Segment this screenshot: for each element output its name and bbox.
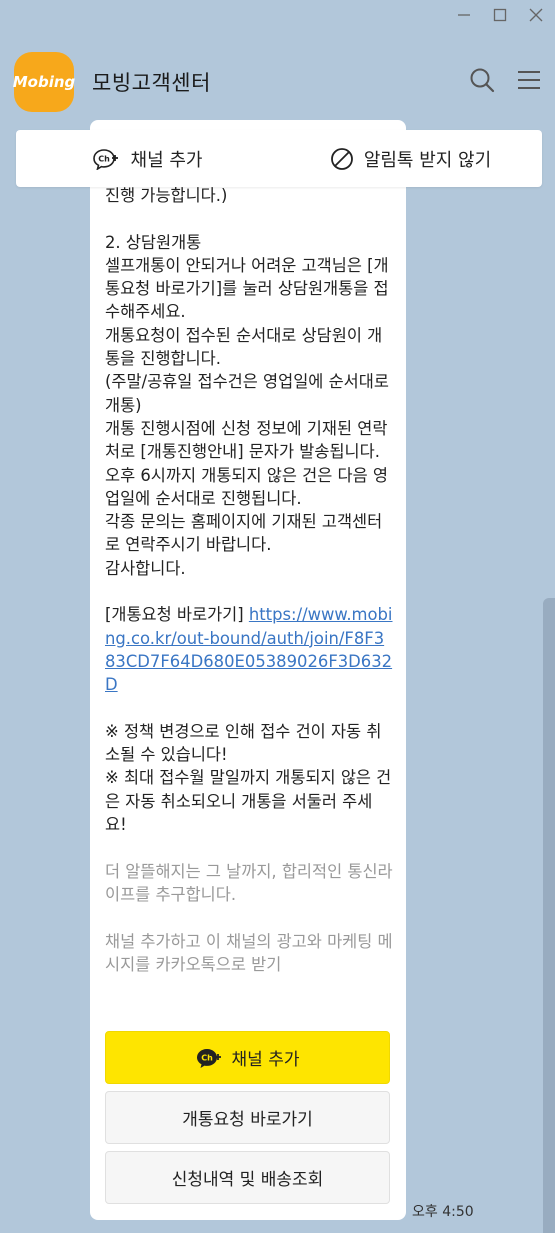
add-channel-label: 채널 추가 — [130, 149, 203, 171]
channel-plus-icon: Ch — [92, 148, 118, 170]
logo-text: Mobing — [12, 73, 76, 91]
block-alarm-link[interactable]: 알림톡 받지 않기 — [279, 146, 542, 172]
channel-action-bar: Ch 채널 추가 알림톡 받지 않기 — [16, 130, 542, 187]
chat-header: Mobing 모빙고객센터 — [12, 52, 541, 112]
order-tracking-button[interactable]: 신청내역 및 배송조회 — [105, 1151, 390, 1204]
minimize-icon[interactable] — [455, 6, 473, 24]
add-channel-button[interactable]: Ch 채널 추가 — [105, 1031, 390, 1084]
order-tracking-label: 신청내역 및 배송조회 — [171, 1170, 324, 1190]
message-body: 진행 가능합니다.) 2. 상담원개통 셀프개통이 안되거나 어려운 고객님은 … — [105, 186, 389, 625]
scrollbar[interactable] — [543, 598, 555, 1233]
block-alarm-label: 알림톡 받지 않기 — [363, 149, 492, 171]
add-channel-link[interactable]: Ch 채널 추가 — [16, 146, 279, 172]
channel-plus-icon: Ch — [196, 1048, 221, 1068]
window-controls — [455, 6, 545, 24]
search-icon[interactable] — [469, 67, 495, 97]
svg-text:Ch: Ch — [98, 154, 110, 163]
activation-request-label: 개통요청 바로가기 — [182, 1110, 313, 1130]
menu-icon[interactable] — [517, 69, 541, 95]
message-text: 진행 가능합니다.) 2. 상담원개통 셀프개통이 안되거나 어려운 고객님은 … — [105, 184, 393, 976]
activation-request-button[interactable]: 개통요청 바로가기 — [105, 1091, 390, 1144]
chat-title: 모빙고객센터 — [92, 71, 211, 95]
close-icon[interactable] — [527, 6, 545, 24]
svg-text:Ch: Ch — [201, 1053, 213, 1062]
message-notice: ※ 정책 변경으로 인해 접수 건이 자동 취소될 수 있습니다! ※ 최대 접… — [105, 721, 392, 835]
message-footer: 더 알뜰해지는 그 날까지, 합리적인 통신라이프를 추구합니다. 채널 추가하… — [105, 861, 393, 974]
add-channel-button-label: 채널 추가 — [231, 1050, 300, 1070]
message-timestamp: 오후 4:50 — [412, 1204, 474, 1220]
message-bubble: 진행 가능합니다.) 2. 상담원개통 셀프개통이 안되거나 어려운 고객님은 … — [90, 120, 406, 1220]
block-icon — [330, 147, 353, 170]
channel-logo[interactable]: Mobing — [12, 52, 76, 112]
maximize-icon[interactable] — [491, 6, 509, 24]
